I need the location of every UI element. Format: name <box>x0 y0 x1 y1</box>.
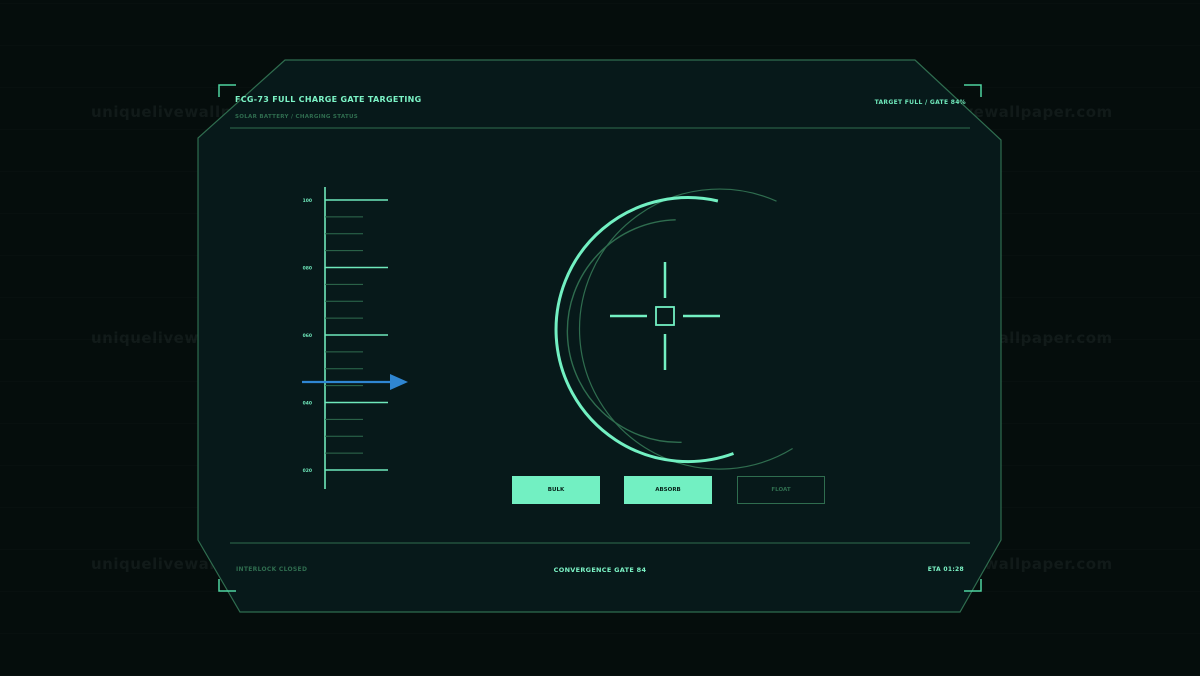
eta-readout: ETA 01:28 <box>927 566 964 573</box>
gauge-tick-label: 080 <box>303 266 312 272</box>
bulk-button[interactable]: BULK <box>512 476 600 504</box>
page-title: FCG-73 FULL CHARGE GATE TARGETING <box>235 95 422 104</box>
gauge-tick-label: 100 <box>303 198 312 204</box>
corner-bracket-top-right <box>964 84 982 97</box>
absorb-button[interactable]: ABSORB <box>624 476 712 504</box>
interlock-status: INTERLOCK CLOSED <box>236 566 308 573</box>
hud-screen: uniquelivewallpaper.com uniquelivewallpa… <box>0 0 1200 676</box>
gauge-tick-label: 020 <box>303 468 312 474</box>
target-status: TARGET FULL / GATE 84% <box>874 99 966 106</box>
page-subtitle: SOLAR BATTERY / CHARGING STATUS <box>235 114 359 120</box>
convergence-readout: CONVERGENCE GATE 84 <box>553 566 647 574</box>
main-panel <box>197 59 1002 613</box>
gauge-tick-label: 060 <box>303 333 312 339</box>
gauge-tick-label: 040 <box>303 401 312 407</box>
hud-frame: 100 080 060 040 020 <box>197 59 1002 613</box>
float-button[interactable]: FLOAT <box>737 476 825 504</box>
corner-bracket-top-left <box>218 84 236 97</box>
